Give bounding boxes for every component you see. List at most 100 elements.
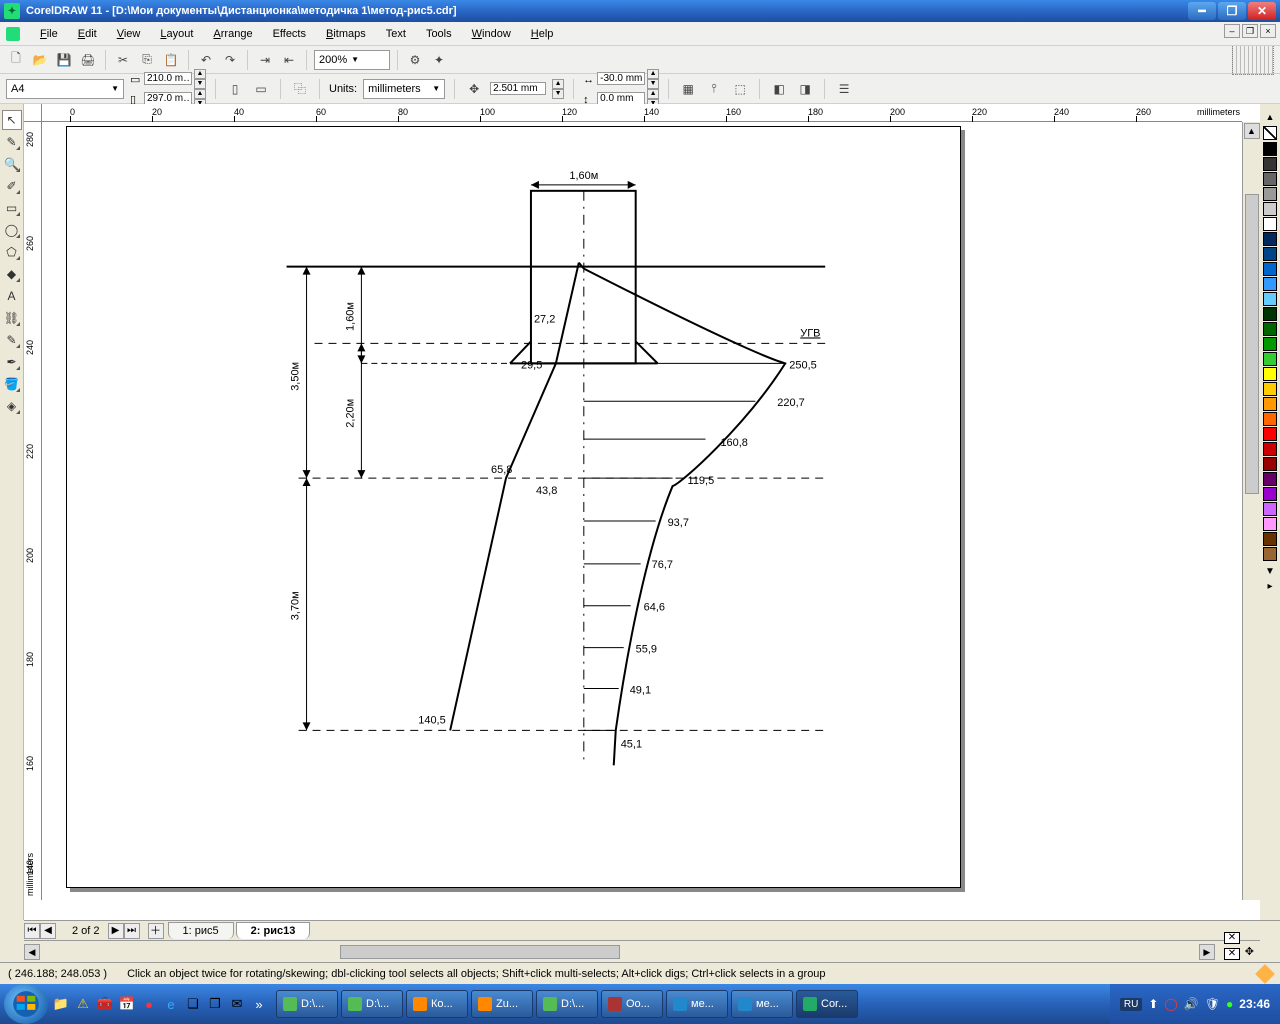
color-swatch[interactable] (1263, 547, 1277, 561)
tab-next[interactable]: ▶ (108, 923, 124, 939)
color-swatch[interactable] (1263, 397, 1277, 411)
ql-icon[interactable]: ● (140, 995, 158, 1013)
palette-flyout[interactable]: ▸ (1267, 581, 1272, 592)
clock[interactable]: 23:46 (1239, 997, 1270, 1011)
spin-down[interactable]: ▼ (194, 79, 206, 89)
ql-icon[interactable]: ⚠ (74, 995, 92, 1013)
color-swatch[interactable] (1263, 502, 1277, 516)
scroll-left[interactable]: ◀ (24, 944, 40, 960)
minimize-button[interactable]: ━ (1188, 2, 1216, 20)
portrait-icon[interactable]: ▯ (225, 79, 245, 99)
spin-up[interactable]: ▲ (552, 79, 564, 89)
language-indicator[interactable]: RU (1120, 998, 1142, 1011)
taskbar-button[interactable]: Оо... (601, 990, 663, 1018)
color-swatch[interactable] (1263, 307, 1277, 321)
taskbar-button[interactable]: D:\... (536, 990, 598, 1018)
open-icon[interactable]: 📂 (30, 50, 50, 70)
landscape-icon[interactable]: ▭ (251, 79, 271, 99)
polygon-tool[interactable]: ⬠ (2, 242, 22, 262)
color-swatch[interactable] (1263, 142, 1277, 156)
color-swatch[interactable] (1263, 202, 1277, 216)
ql-icon[interactable]: ✉ (228, 995, 246, 1013)
taskbar-button[interactable]: D:\... (341, 990, 403, 1018)
fill-none-icon[interactable] (1224, 932, 1240, 944)
spin-down[interactable]: ▼ (552, 89, 564, 99)
menu-layout[interactable]: Layout (150, 25, 203, 43)
mdi-restore[interactable]: ❐ (1242, 24, 1258, 38)
eyedropper-tool[interactable]: ✎ (2, 330, 22, 350)
taskbar-button[interactable]: ме... (731, 990, 793, 1018)
taskbar-button[interactable]: Ко... (406, 990, 468, 1018)
color-swatch[interactable] (1263, 337, 1277, 351)
color-swatch[interactable] (1263, 472, 1277, 486)
tab-first[interactable]: ⏮ (24, 923, 40, 939)
canvas[interactable]: 1,60м УГВ 3,50 (42, 122, 1242, 900)
menu-bitmaps[interactable]: Bitmaps (316, 25, 376, 43)
taskbar-button[interactable]: ме... (666, 990, 728, 1018)
mdi-close[interactable]: × (1260, 24, 1276, 38)
copy-icon[interactable]: ⎘ (137, 50, 157, 70)
outline-none-icon[interactable] (1224, 948, 1240, 960)
ql-icon[interactable]: e (162, 995, 180, 1013)
ql-expand[interactable]: » (250, 995, 268, 1013)
paper-size-dropdown[interactable]: A4 ▼ (6, 79, 124, 99)
tab-prev[interactable]: ◀ (40, 923, 56, 939)
taskbar-button[interactable]: Zu... (471, 990, 533, 1018)
ruler-origin[interactable] (24, 104, 42, 122)
color-swatch[interactable] (1263, 532, 1277, 546)
menu-tools[interactable]: Tools (416, 25, 462, 43)
taskbar-button[interactable]: Cor... (796, 990, 858, 1018)
nudge-input[interactable] (490, 82, 546, 95)
rectangle-tool[interactable]: ▭ (2, 198, 22, 218)
interactive-blend-tool[interactable]: ⛓ (2, 308, 22, 328)
color-swatch[interactable] (1263, 517, 1277, 531)
color-swatch[interactable] (1263, 172, 1277, 186)
palette-scroll-down[interactable]: ▼ (1265, 566, 1275, 577)
zoom-dropdown[interactable]: 200% ▼ (314, 50, 390, 70)
cut-icon[interactable]: ✂ (113, 50, 133, 70)
vertical-ruler[interactable]: millimeters 280260240220200180160140 (24, 122, 42, 900)
dup-x-input[interactable] (597, 72, 645, 85)
spin-up[interactable]: ▲ (194, 69, 206, 79)
color-swatch[interactable] (1263, 292, 1277, 306)
menu-file[interactable]: File (30, 25, 68, 43)
navigator-icon[interactable]: ✥ (1245, 945, 1254, 958)
import-icon[interactable]: ⇥ (255, 50, 275, 70)
page-tab-2[interactable]: 2: рис13 (236, 922, 311, 939)
tray-icon[interactable]: 🛡 (1205, 997, 1220, 1011)
treat-as-filled-icon[interactable]: ◧ (769, 79, 789, 99)
app-launcher-icon[interactable]: ⚙ (405, 50, 425, 70)
scroll-thumb[interactable] (1245, 194, 1259, 494)
mdi-minimize[interactable]: – (1224, 24, 1240, 38)
scroll-up[interactable]: ▲ (1244, 123, 1260, 139)
vertical-scrollbar[interactable]: ▲ (1242, 122, 1260, 900)
scroll-right[interactable]: ▶ (1199, 944, 1215, 960)
menu-help[interactable]: Help (521, 25, 564, 43)
ellipse-tool[interactable]: ◯ (2, 220, 22, 240)
tray-icon[interactable]: ● (1226, 997, 1233, 1011)
color-swatch[interactable] (1263, 352, 1277, 366)
menu-window[interactable]: Window (462, 25, 521, 43)
color-swatch[interactable] (1263, 367, 1277, 381)
interactive-fill-tool[interactable]: ◈ (2, 396, 22, 416)
ql-icon[interactable]: ❏ (184, 995, 202, 1013)
color-swatch[interactable] (1263, 217, 1277, 231)
spin-up[interactable]: ▲ (194, 89, 206, 99)
no-color-swatch[interactable] (1263, 126, 1277, 140)
paste-icon[interactable]: 📋 (161, 50, 181, 70)
navigator-thumbnail[interactable] (1232, 45, 1274, 75)
palette-scroll-up[interactable]: ▲ (1266, 112, 1275, 122)
snap-to-grid-icon[interactable]: ▦ (678, 79, 698, 99)
outline-pen-icon[interactable] (1255, 964, 1275, 984)
menu-arrange[interactable]: Arrange (203, 25, 262, 43)
page-tab-1[interactable]: 1: рис5 (168, 922, 234, 939)
menu-text[interactable]: Text (376, 25, 416, 43)
close-button[interactable]: ✕ (1248, 2, 1276, 20)
ql-icon[interactable]: ❐ (206, 995, 224, 1013)
zoom-tool[interactable]: 🔍 (2, 154, 22, 174)
page-width-input[interactable] (144, 72, 192, 85)
color-swatch[interactable] (1263, 232, 1277, 246)
tray-icon[interactable]: 🔊 (1184, 997, 1199, 1011)
options-icon[interactable]: ☰ (834, 79, 854, 99)
color-swatch[interactable] (1263, 277, 1277, 291)
